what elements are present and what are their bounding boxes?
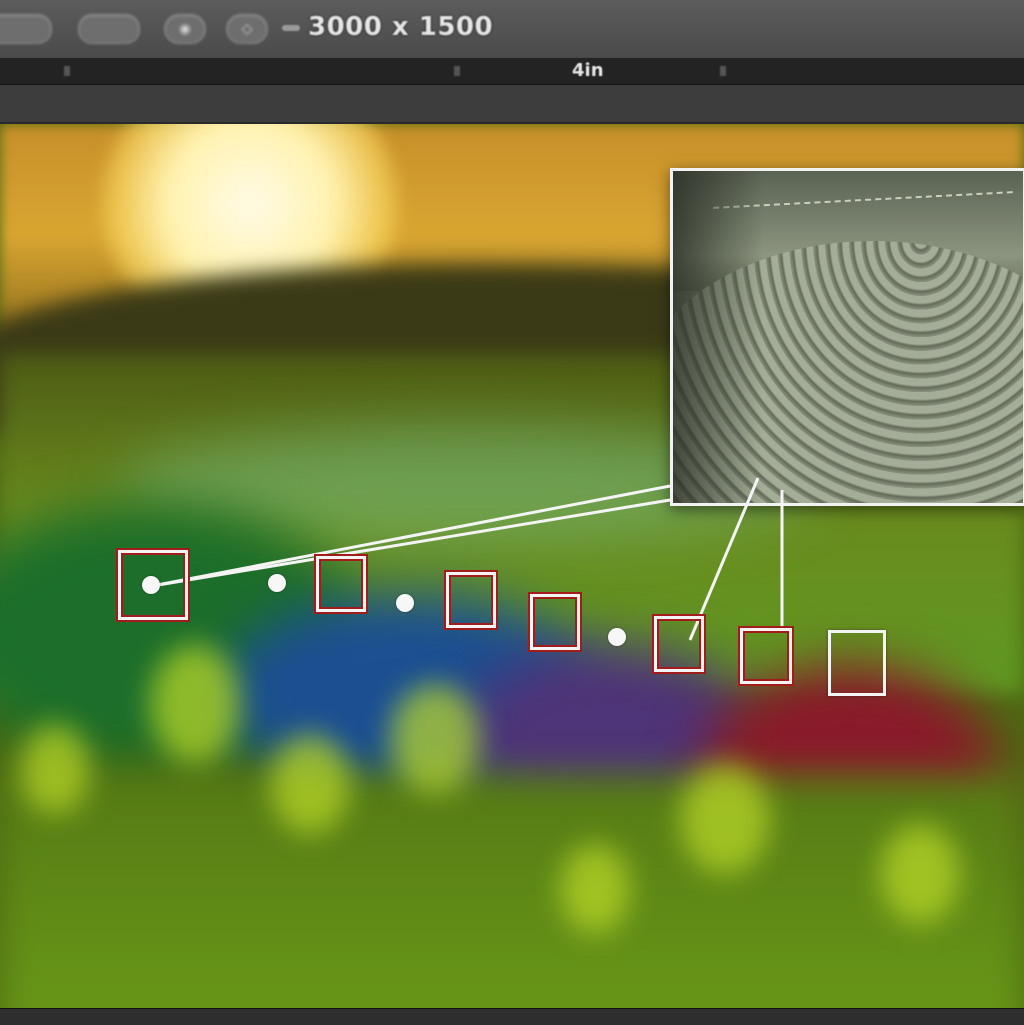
ruler-center-label: 4in — [572, 60, 604, 81]
selection-marker-inactive[interactable] — [828, 630, 886, 696]
ruler-tick — [720, 66, 726, 76]
bokeh-light — [20, 724, 90, 814]
selection-marker[interactable] — [654, 616, 704, 672]
bokeh-light — [270, 734, 350, 834]
bokeh-light — [680, 764, 770, 874]
zoom-preview-inset[interactable] — [670, 168, 1024, 506]
tool-button-4[interactable]: ◇ — [226, 14, 268, 44]
selection-marker[interactable] — [530, 594, 580, 650]
bokeh-light — [880, 824, 960, 924]
separator-dash — [282, 25, 300, 31]
waypoint-dot[interactable] — [396, 594, 414, 612]
tool-button-2[interactable] — [78, 14, 140, 44]
waypoint-dot[interactable] — [268, 574, 286, 592]
fold-shadow — [673, 171, 763, 503]
bokeh-light — [390, 684, 480, 794]
bokeh-light — [150, 644, 240, 764]
image-dimensions-readout: 3000 x 1500 — [308, 12, 494, 42]
foreground-grass — [0, 774, 1024, 1010]
selection-marker[interactable] — [316, 556, 366, 612]
selection-marker[interactable] — [740, 628, 792, 684]
selection-marker[interactable] — [446, 572, 496, 628]
top-toolbar: ◉ ◇ 3000 x 1500 — [0, 0, 1024, 59]
tool-button-1[interactable] — [0, 14, 52, 44]
waypoint-dot[interactable] — [608, 628, 626, 646]
anchor-dot[interactable] — [142, 576, 160, 594]
tool-button-3[interactable]: ◉ — [164, 14, 206, 44]
crop-icon: ◇ — [241, 21, 253, 37]
camera-icon: ◉ — [178, 21, 192, 37]
ruler-tick — [454, 66, 460, 76]
bokeh-light — [560, 844, 630, 934]
horizontal-ruler[interactable]: 4in — [0, 58, 1024, 85]
options-panel-strip — [0, 85, 1024, 124]
ruler-tick — [64, 66, 70, 76]
status-bar — [0, 1008, 1024, 1025]
